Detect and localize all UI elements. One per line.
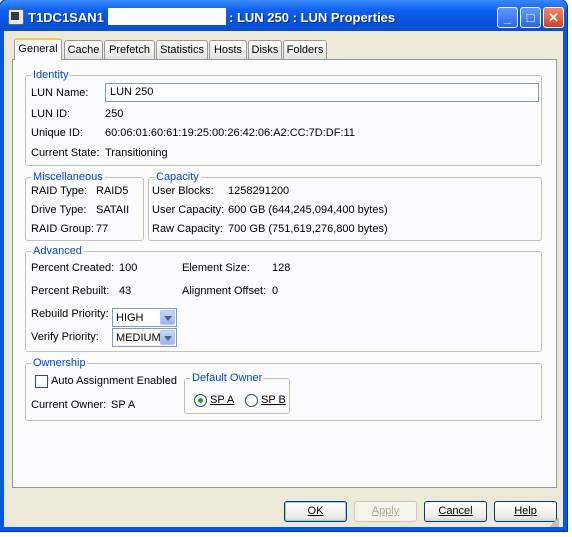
sp-b-label[interactable]: SP B xyxy=(261,394,286,407)
default-owner-group-title: Default Owner xyxy=(190,372,265,384)
miscellaneous-group-title: Miscellaneous xyxy=(31,171,105,183)
raw-capacity-label: Raw Capacity: xyxy=(152,223,223,235)
help-button-label: Help xyxy=(514,505,537,517)
apply-button-label: Apply xyxy=(371,505,400,517)
close-button[interactable]: ✕ xyxy=(543,7,564,28)
user-capacity-value: 600 GB (644,245,094,400 bytes) xyxy=(228,204,388,216)
tab-prefetch[interactable]: Prefetch xyxy=(104,40,155,59)
user-capacity-label: User Capacity: xyxy=(152,204,225,216)
unique-id-label: Unique ID: xyxy=(31,127,83,139)
title-bar[interactable]: T1DC1SAN1 : LUN 250 : LUN Properties _ □… xyxy=(0,0,567,31)
maximize-button[interactable]: □ xyxy=(520,7,541,28)
alignment-offset-value: 0 xyxy=(272,285,279,297)
percent-rebuilt-label: Percent Rebuilt: xyxy=(31,285,110,297)
app-icon xyxy=(8,9,24,25)
sp-b-radio[interactable] xyxy=(245,394,258,407)
rebuild-priority-select[interactable]: HIGH xyxy=(112,308,177,327)
advanced-group-title: Advanced xyxy=(31,245,84,257)
current-owner-value: SP A xyxy=(111,399,136,411)
raid-type-label: RAID Type: xyxy=(31,185,88,197)
tab-statistics[interactable]: Statistics xyxy=(156,40,208,59)
cancel-button[interactable]: Cancel xyxy=(424,501,487,522)
ok-button[interactable]: OK xyxy=(284,501,347,522)
sp-a-radio[interactable] xyxy=(194,394,207,407)
current-state-value: Transitioning xyxy=(105,147,168,159)
user-blocks-value: 1258291200 xyxy=(228,185,290,197)
minimize-icon: _ xyxy=(503,10,512,25)
chevron-down-icon[interactable] xyxy=(160,330,175,345)
capacity-group-title: Capacity xyxy=(154,171,201,183)
verify-priority-value: MEDIUM xyxy=(116,332,161,344)
percent-created-label: Percent Created: xyxy=(31,262,115,274)
drive-type-value: SATAII xyxy=(96,204,130,216)
ownership-group-title: Ownership xyxy=(31,357,88,369)
drive-type-label: Drive Type: xyxy=(31,204,87,216)
raw-capacity-value: 700 GB (751,619,276,800 bytes) xyxy=(228,223,388,235)
verify-priority-label: Verify Priority: xyxy=(31,331,99,343)
tab-general[interactable]: General xyxy=(14,38,62,60)
apply-button[interactable]: Apply xyxy=(354,501,417,522)
auto-assignment-checkbox[interactable] xyxy=(35,375,48,388)
lun-name-input[interactable]: LUN 250 xyxy=(105,83,539,102)
unique-id-value: 60:06:01:60:61:19:25:00:26:42:06:A2:CC:7… xyxy=(105,127,355,139)
lun-id-label: LUN ID: xyxy=(31,108,71,120)
tab-hosts[interactable]: Hosts xyxy=(209,40,247,59)
user-blocks-label: User Blocks: xyxy=(152,185,214,197)
minimize-button[interactable]: _ xyxy=(497,7,518,28)
lun-name-label: LUN Name: xyxy=(31,87,89,99)
window-title-prefix: T1DC1SAN1 xyxy=(28,10,104,25)
current-owner-label: Current Owner: xyxy=(31,399,107,411)
identity-group-title: Identity xyxy=(31,69,71,81)
raid-group-value: 77 xyxy=(96,223,109,235)
alignment-offset-label: Alignment Offset: xyxy=(182,285,267,297)
background-strip xyxy=(0,531,572,537)
percent-created-value: 100 xyxy=(119,262,138,274)
rebuild-priority-value: HIGH xyxy=(116,312,144,324)
percent-rebuilt-value: 43 xyxy=(119,285,132,297)
resize-grip-icon[interactable] xyxy=(547,515,559,527)
chevron-down-icon[interactable] xyxy=(160,310,175,325)
current-state-label: Current State: xyxy=(31,147,100,159)
lun-id-value: 250 xyxy=(105,108,124,120)
element-size-value: 128 xyxy=(272,262,291,274)
close-icon: ✕ xyxy=(548,10,559,25)
raid-group-label: RAID Group: xyxy=(31,223,94,235)
sp-a-label[interactable]: SP A xyxy=(210,394,234,407)
cancel-button-label: Cancel xyxy=(438,505,473,517)
rebuild-priority-label: Rebuild Priority: xyxy=(31,308,109,320)
tab-cache[interactable]: Cache xyxy=(64,40,103,59)
maximize-icon: □ xyxy=(526,10,535,25)
verify-priority-select[interactable]: MEDIUM xyxy=(112,328,177,347)
redacted-block xyxy=(108,8,226,25)
auto-assignment-label[interactable]: Auto Assignment Enabled xyxy=(51,375,177,388)
tab-disks[interactable]: Disks xyxy=(248,40,282,59)
tab-folders[interactable]: Folders xyxy=(283,40,327,59)
ok-button-label: OK xyxy=(307,505,324,517)
element-size-label: Element Size: xyxy=(182,262,250,274)
raid-type-value: RAID5 xyxy=(96,185,129,197)
window-title-suffix: : LUN 250 : LUN Properties xyxy=(229,10,396,25)
